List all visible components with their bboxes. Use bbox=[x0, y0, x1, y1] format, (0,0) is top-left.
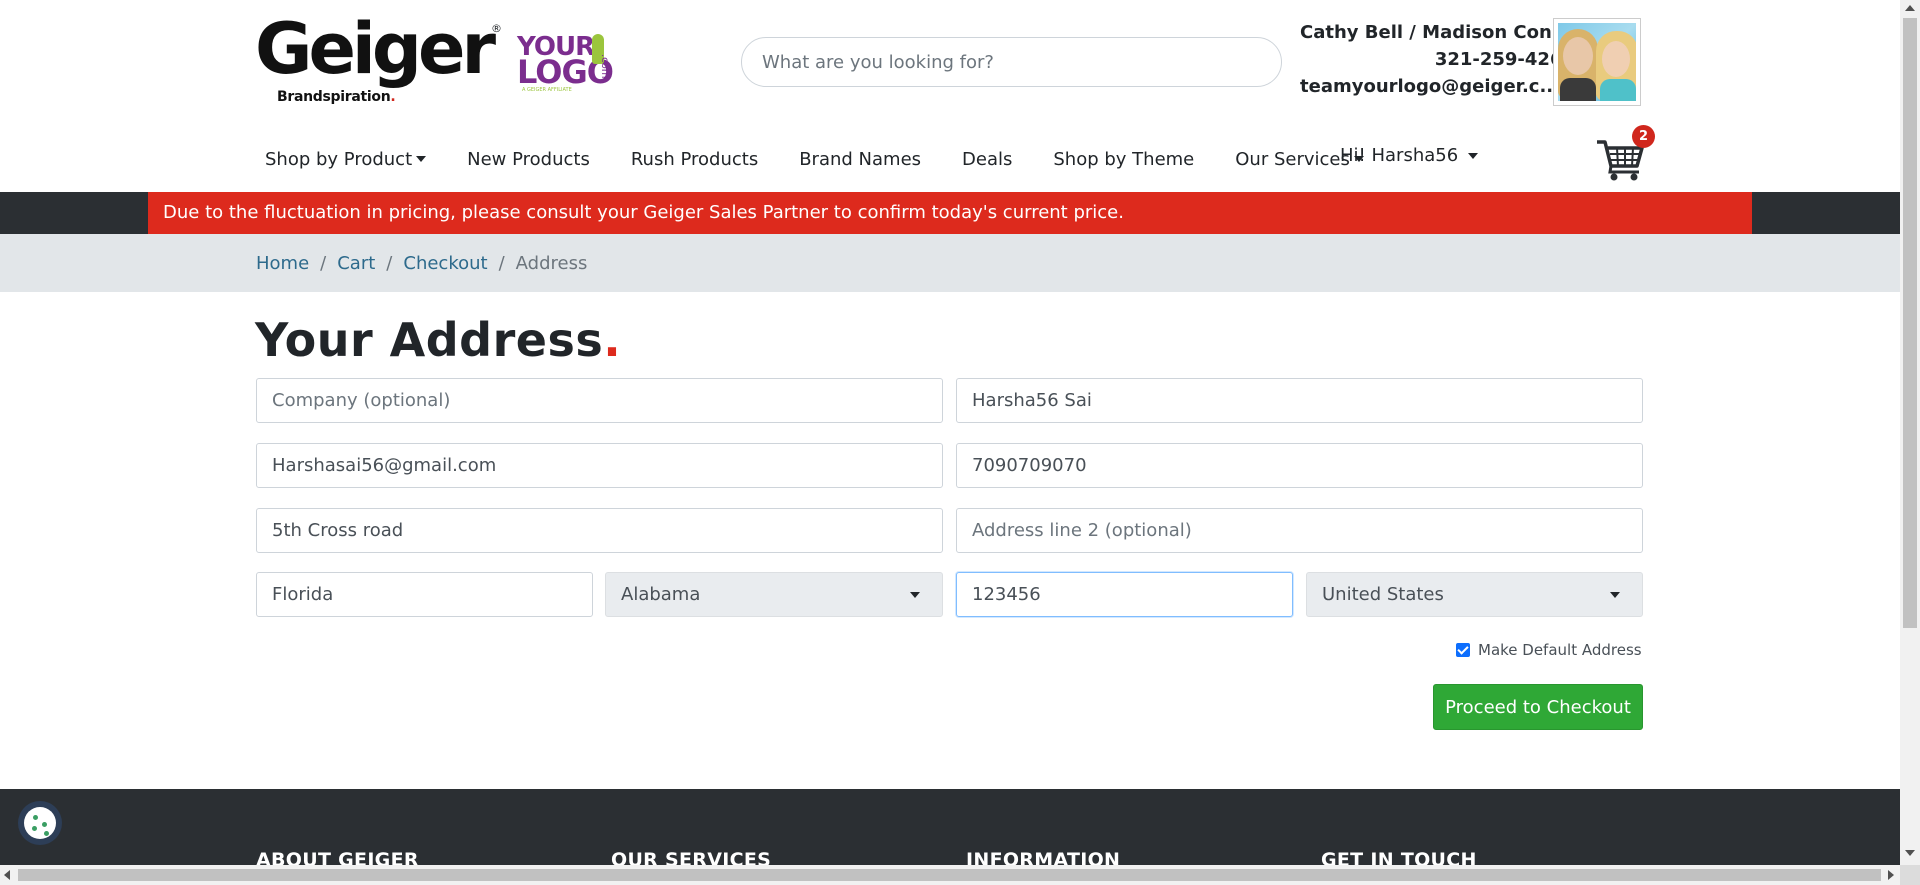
cart-count-badge: 2 bbox=[1632, 125, 1655, 148]
chevron-down-icon bbox=[1468, 152, 1479, 159]
footer-heading-services: OUR SERVICES bbox=[611, 849, 772, 865]
footer-heading-contact: GET IN TOUCH bbox=[1321, 849, 1477, 865]
yourlogo-suffix: .com bbox=[599, 54, 610, 79]
cookie-settings-icon[interactable] bbox=[18, 801, 62, 845]
nav-item-rush-products[interactable]: Rush Products bbox=[621, 149, 768, 170]
geiger-logo-tagline: Brandspiration. bbox=[277, 89, 396, 105]
city-field[interactable] bbox=[256, 572, 593, 617]
state-select-value: Alabama bbox=[621, 584, 701, 605]
nav-item-label: Deals bbox=[962, 148, 1013, 170]
nav-item-shop-by-theme[interactable]: Shop by Theme bbox=[1043, 149, 1204, 170]
sales-rep-info: Cathy Bell / Madison Conrads 321-259-426… bbox=[1300, 19, 1597, 100]
company-field[interactable] bbox=[256, 378, 943, 423]
email-field[interactable] bbox=[256, 443, 943, 488]
chevron-down-icon bbox=[1610, 592, 1620, 598]
pricing-notice-banner: Due to the fluctuation in pricing, pleas… bbox=[148, 192, 1752, 234]
search-input[interactable] bbox=[741, 37, 1282, 87]
yourlogo-affiliate: A GEIGER AFFILIATE bbox=[522, 87, 572, 93]
country-select[interactable]: United States bbox=[1306, 572, 1643, 617]
page: Geiger ® Brandspiration. YOUR LOGO .com … bbox=[0, 0, 1920, 885]
scroll-down-icon[interactable] bbox=[1905, 850, 1915, 856]
nav-item-new-products[interactable]: New Products bbox=[457, 149, 600, 170]
default-address-checkbox[interactable]: Make Default Address bbox=[1456, 641, 1642, 659]
scroll-right-icon[interactable] bbox=[1888, 870, 1894, 880]
rep-names: Cathy Bell / Madison Conrads bbox=[1300, 22, 1597, 43]
footer: ABOUT GEIGER OUR SERVICES INFORMATION GE… bbox=[0, 789, 1900, 865]
breadcrumb-home[interactable]: Home bbox=[256, 253, 309, 274]
rep-email[interactable]: teamyourlogo@geiger.c... bbox=[1300, 73, 1575, 100]
breadcrumb-separator: / bbox=[320, 253, 327, 274]
zip-field[interactable] bbox=[956, 572, 1293, 617]
nav-item-label: Brand Names bbox=[799, 148, 922, 170]
nav-item-label: Our Services bbox=[1235, 148, 1350, 170]
breadcrumb-current: Address bbox=[515, 253, 588, 274]
state-select[interactable]: Alabama bbox=[605, 572, 943, 617]
address-line2-field[interactable] bbox=[956, 508, 1643, 553]
nav-item-label: Rush Products bbox=[630, 148, 759, 170]
nav-item-label: Shop by Product bbox=[265, 148, 413, 170]
scrollbar-corner bbox=[1900, 865, 1920, 885]
horizontal-scrollbar[interactable] bbox=[0, 865, 1900, 885]
breadcrumb-cart[interactable]: Cart bbox=[337, 253, 375, 274]
rep-phone[interactable]: 321-259-4266 bbox=[1300, 46, 1575, 73]
scroll-left-icon[interactable] bbox=[4, 870, 10, 880]
scrollbar-thumb[interactable] bbox=[1903, 18, 1917, 628]
geiger-logo-wordmark: Geiger bbox=[255, 8, 496, 90]
page-title: Your Address. bbox=[255, 313, 622, 367]
breadcrumb-checkout[interactable]: Checkout bbox=[403, 253, 487, 274]
default-address-label: Make Default Address bbox=[1478, 641, 1642, 659]
checkbox-checked-icon[interactable] bbox=[1456, 643, 1470, 657]
address-line1-field[interactable] bbox=[256, 508, 943, 553]
chevron-down-icon bbox=[416, 156, 427, 162]
footer-heading-about: ABOUT GEIGER bbox=[256, 849, 419, 865]
nav-item-brand-names[interactable]: Brand Names bbox=[789, 149, 931, 170]
yourlogo-logo[interactable]: YOUR LOGO .com A GEIGER AFFILIATE bbox=[512, 24, 630, 100]
geiger-logo[interactable]: Geiger ® Brandspiration. bbox=[255, 8, 502, 110]
scrollbar-thumb[interactable] bbox=[18, 869, 1881, 881]
footer-heading-information: INFORMATION bbox=[966, 849, 1121, 865]
main-nav: Shop by Product New Products Rush Products… bbox=[255, 145, 1395, 173]
breadcrumb-separator: / bbox=[498, 253, 505, 274]
registered-mark: ® bbox=[491, 22, 502, 35]
breadcrumb-separator: / bbox=[386, 253, 393, 274]
breadcrumb: Home / Cart / Checkout / Address bbox=[256, 253, 587, 274]
vertical-scrollbar[interactable] bbox=[1900, 0, 1920, 865]
phone-field[interactable] bbox=[956, 443, 1643, 488]
nav-item-label: Shop by Theme bbox=[1053, 148, 1195, 170]
country-select-value: United States bbox=[1322, 584, 1444, 605]
proceed-to-checkout-button[interactable]: Proceed to Checkout bbox=[1433, 684, 1643, 730]
user-menu-dropdown[interactable]: Hi! Harsha56 bbox=[1340, 145, 1479, 166]
rep-photo bbox=[1553, 18, 1641, 106]
nav-item-label: New Products bbox=[467, 148, 590, 170]
nav-item-shop-by-product[interactable]: Shop by Product bbox=[255, 149, 436, 170]
scroll-up-icon[interactable] bbox=[1905, 5, 1915, 11]
nav-item-deals[interactable]: Deals bbox=[952, 149, 1022, 170]
name-field[interactable] bbox=[956, 378, 1643, 423]
browser-viewport: Geiger ® Brandspiration. YOUR LOGO .com … bbox=[0, 0, 1900, 865]
chevron-down-icon bbox=[910, 592, 920, 598]
user-greeting: Hi! Harsha56 bbox=[1340, 145, 1459, 166]
